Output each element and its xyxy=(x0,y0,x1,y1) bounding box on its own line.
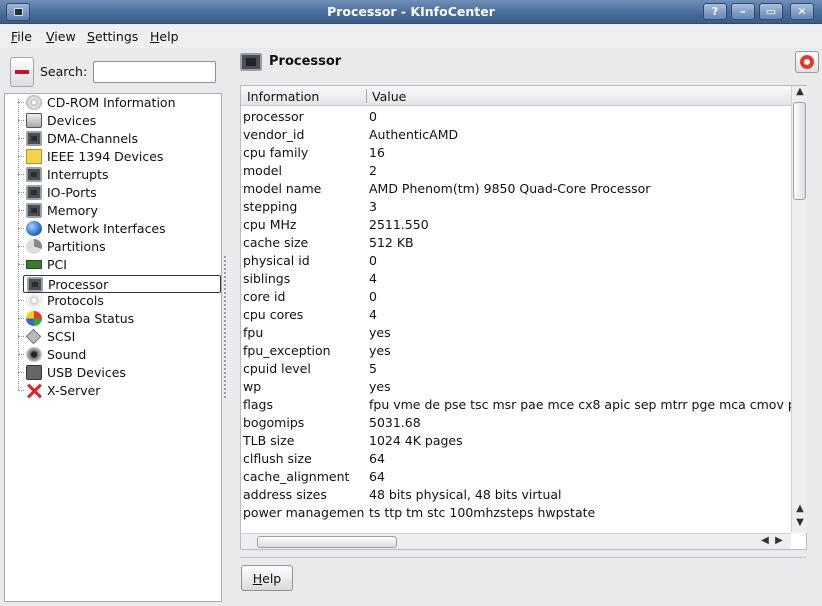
scroll-up-arrow-icon[interactable]: ▲ xyxy=(794,503,806,517)
table-row[interactable]: siblings 4 xyxy=(241,269,791,287)
table-row[interactable]: vendor_id AuthenticAMD xyxy=(241,125,791,143)
table-row[interactable]: cpuid level 5 xyxy=(241,359,791,377)
panel-splitter-handle[interactable] xyxy=(224,256,227,398)
close-button[interactable]: ✕ xyxy=(790,3,814,20)
firewire-icon xyxy=(26,149,42,164)
tree-item-x-server[interactable]: X-Server xyxy=(18,382,221,400)
page-title: Processor xyxy=(269,54,342,69)
tree-guide-line xyxy=(18,99,19,390)
column-resize-handle[interactable] xyxy=(366,89,367,103)
tree-item-sound[interactable]: Sound xyxy=(18,346,221,364)
samba-icon xyxy=(26,311,42,326)
cdrom-icon xyxy=(26,95,42,110)
chip-icon xyxy=(26,167,42,182)
maximize-button[interactable]: ▭ xyxy=(759,3,783,20)
menu-bar: File View Settings Help xyxy=(0,25,822,48)
tree-item-samba-status[interactable]: Samba Status xyxy=(18,310,221,328)
processor-icon xyxy=(240,53,262,71)
tree-item-pci[interactable]: PCI xyxy=(18,256,221,274)
chip-icon xyxy=(26,185,42,200)
horizontal-scrollbar[interactable]: ◀ ▶ xyxy=(241,533,791,549)
partitions-icon xyxy=(26,239,42,254)
x-server-icon xyxy=(26,383,42,398)
table-row[interactable]: cpu MHz 2511.550 xyxy=(241,215,791,233)
tree-item-cdrom[interactable]: CD-ROM Information xyxy=(18,94,221,112)
search-input[interactable] xyxy=(93,61,216,83)
column-header-value[interactable]: Value xyxy=(372,89,406,104)
scroll-right-arrow-icon[interactable]: ▶ xyxy=(773,535,785,548)
table-row[interactable]: wp yes xyxy=(241,377,791,395)
menu-help[interactable]: Help xyxy=(150,29,179,44)
processor-icon xyxy=(27,277,43,292)
speaker-icon xyxy=(26,347,42,362)
tree-item-network-interfaces[interactable]: Network Interfaces xyxy=(18,220,221,238)
tree-item-protocols[interactable]: Protocols xyxy=(18,292,221,310)
usb-icon xyxy=(26,365,42,380)
window-title: Processor - KInfoCenter xyxy=(327,4,495,19)
title-bar: Processor - KInfoCenter ? – ▭ ✕ xyxy=(0,0,822,24)
tree-item-memory[interactable]: Memory xyxy=(18,202,221,220)
search-label: Search: xyxy=(40,64,88,79)
memory-icon xyxy=(26,203,42,218)
tree-item-dma-channels[interactable]: DMA-Channels xyxy=(18,130,221,148)
lifebuoy-icon xyxy=(800,55,814,69)
table-row[interactable]: fpu_exception yes xyxy=(241,341,791,359)
module-tree: CD-ROM Information Devices DMA-Channels … xyxy=(4,93,222,602)
context-help-button[interactable]: ? xyxy=(703,3,727,20)
tree-item-interrupts[interactable]: Interrupts xyxy=(18,166,221,184)
table-row[interactable]: TLB size 1024 4K pages xyxy=(241,431,791,449)
tree-item-io-ports[interactable]: IO-Ports xyxy=(18,184,221,202)
table-row[interactable]: cpu cores 4 xyxy=(241,305,791,323)
table-row[interactable]: model 2 xyxy=(241,161,791,179)
table-row[interactable]: model name AMD Phenom(tm) 9850 Quad-Core … xyxy=(241,179,791,197)
divider xyxy=(240,557,807,558)
table-row[interactable]: bogomips 5031.68 xyxy=(241,413,791,431)
scsi-icon xyxy=(25,328,42,345)
help-button[interactable]: Help xyxy=(241,565,293,591)
tree-item-partitions[interactable]: Partitions xyxy=(18,238,221,256)
devices-icon xyxy=(26,113,42,128)
chip-icon xyxy=(26,131,42,146)
tree-item-processor[interactable]: Processor xyxy=(23,275,221,293)
table-row[interactable]: cache_alignment 64 xyxy=(241,467,791,485)
column-header-information[interactable]: Information xyxy=(247,89,319,104)
table-row[interactable]: cache size 512 KB xyxy=(241,233,791,251)
table-row[interactable]: cpu family 16 xyxy=(241,143,791,161)
table-row[interactable]: flags fpu vme de pse tsc msr pae mce cx8 … xyxy=(241,395,791,413)
table-row[interactable]: address sizes 48 bits physical, 48 bits v… xyxy=(241,485,791,503)
menu-view[interactable]: View xyxy=(46,29,76,44)
scroll-down-arrow-icon[interactable]: ▼ xyxy=(794,517,806,531)
clear-search-button[interactable] xyxy=(10,57,34,87)
table-row[interactable]: core id 0 xyxy=(241,287,791,305)
tree-item-ieee1394[interactable]: IEEE 1394 Devices xyxy=(18,148,221,166)
horizontal-scroll-thumb[interactable] xyxy=(257,536,397,548)
tree-item-usb-devices[interactable]: USB Devices xyxy=(18,364,221,382)
module-help-button[interactable] xyxy=(795,51,819,73)
table-row[interactable]: stepping 3 xyxy=(241,197,791,215)
globe-icon xyxy=(26,221,42,236)
table-row[interactable]: fpu yes xyxy=(241,323,791,341)
table-row[interactable]: processor 0 xyxy=(241,107,791,125)
menu-file[interactable]: File xyxy=(11,29,32,44)
scroll-left-arrow-icon[interactable]: ◀ xyxy=(759,535,771,548)
vertical-scroll-thumb[interactable] xyxy=(793,102,806,200)
protocols-icon xyxy=(26,293,42,308)
table-row[interactable]: power managemen ts ttp tm stc 100mhzsteps… xyxy=(241,503,791,521)
pci-card-icon xyxy=(26,260,42,269)
vertical-scrollbar[interactable]: ▲ ▲ ▼ xyxy=(791,86,807,533)
menu-settings[interactable]: Settings xyxy=(87,29,138,44)
tree-item-devices[interactable]: Devices xyxy=(18,112,221,130)
table-body: processor 0 vendor_id AuthenticAMD cpu fam… xyxy=(241,107,791,533)
table-row[interactable]: clflush size 64 xyxy=(241,449,791,467)
scroll-up-arrow-icon[interactable]: ▲ xyxy=(794,86,806,100)
info-table: Information Value processor 0 vendor_id Au… xyxy=(240,85,807,550)
table-row[interactable]: physical id 0 xyxy=(241,251,791,269)
tree-item-scsi[interactable]: SCSI xyxy=(18,328,221,346)
table-header: Information Value xyxy=(241,86,791,106)
minimize-button[interactable]: – xyxy=(731,3,755,20)
clear-icon xyxy=(15,70,29,74)
